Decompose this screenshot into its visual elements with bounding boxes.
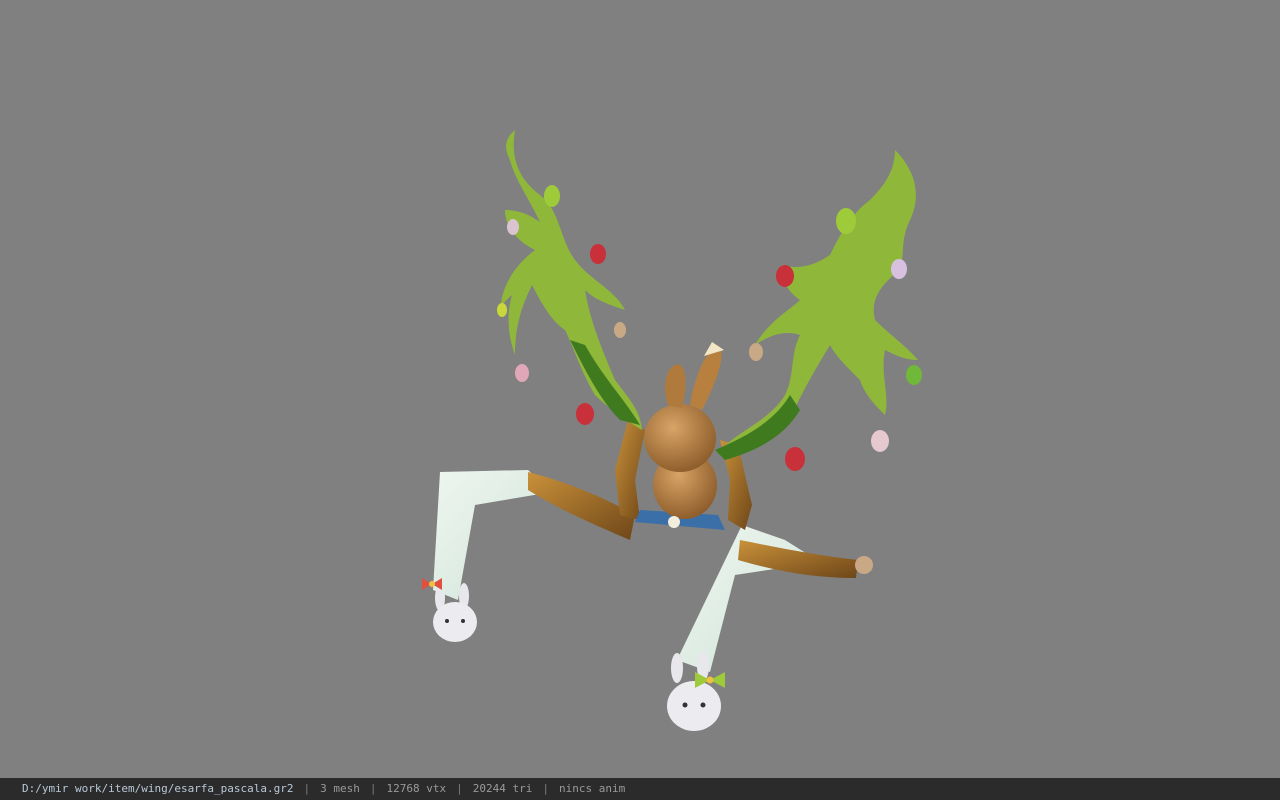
bunny-tail bbox=[668, 516, 680, 528]
separator: | bbox=[456, 782, 463, 795]
right-leaf-wing bbox=[720, 150, 918, 450]
bunny-head bbox=[644, 404, 716, 472]
egg bbox=[590, 244, 606, 264]
wing-model-render bbox=[422, 130, 922, 731]
separator: | bbox=[542, 782, 549, 795]
file-path: D:/ymir work/item/wing/esarfa_pascala.gr… bbox=[22, 782, 294, 795]
egg bbox=[614, 322, 626, 338]
animation-status: nincs anim bbox=[559, 782, 626, 795]
egg bbox=[544, 185, 560, 207]
mesh-count: 3 mesh bbox=[320, 782, 360, 795]
triangle-count: 20244 tri bbox=[472, 782, 533, 795]
egg bbox=[507, 219, 519, 235]
left-leaf-wing bbox=[500, 130, 642, 430]
egg bbox=[776, 265, 794, 287]
center-branch-left bbox=[615, 420, 645, 520]
right-branch bbox=[738, 540, 858, 578]
egg bbox=[749, 343, 763, 361]
bunny-ear-left bbox=[665, 364, 686, 408]
egg bbox=[497, 303, 507, 317]
egg bbox=[891, 259, 907, 279]
egg bbox=[906, 365, 922, 385]
status-bar: D:/ymir work/item/wing/esarfa_pascala.gr… bbox=[0, 778, 1280, 800]
egg bbox=[871, 430, 889, 452]
egg bbox=[836, 208, 856, 234]
egg bbox=[855, 556, 873, 574]
3d-viewport[interactable] bbox=[0, 0, 1280, 778]
separator: | bbox=[369, 782, 377, 795]
egg bbox=[515, 364, 529, 382]
vertex-count: 12768 vtx bbox=[386, 782, 447, 795]
egg bbox=[576, 403, 594, 425]
egg bbox=[785, 447, 805, 471]
separator: | bbox=[303, 782, 311, 795]
